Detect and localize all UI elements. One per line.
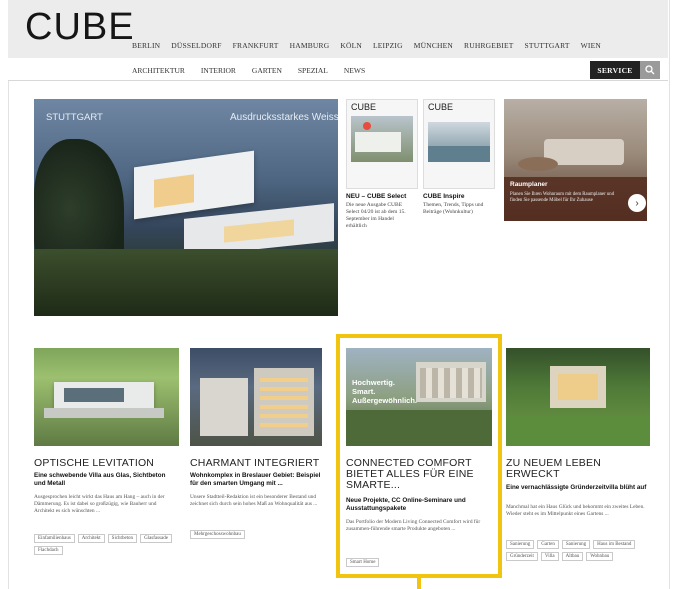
tag-link[interactable]: Glasfassade bbox=[140, 534, 172, 543]
chevron-right-icon: › bbox=[635, 197, 639, 209]
tag-link[interactable]: Garten bbox=[537, 540, 559, 549]
tag-link[interactable]: Wohnbau bbox=[586, 552, 614, 561]
magazine-select-title[interactable]: NEU – CUBE Select bbox=[346, 193, 406, 201]
article-title[interactable]: OPTISCHE LEVITATION bbox=[34, 458, 182, 469]
topic-link-architektur[interactable]: ARCHITEKTUR bbox=[132, 66, 185, 75]
article-title[interactable]: CHARMANT INTEGRIERT bbox=[190, 458, 330, 469]
tag-link[interactable]: Flachdach bbox=[34, 546, 63, 555]
city-link-wien[interactable]: WIEN bbox=[581, 41, 601, 50]
tag-link[interactable]: Haus im Bestand bbox=[593, 540, 636, 549]
city-link-berlin[interactable]: BERLIN bbox=[132, 41, 160, 50]
magazine-inspire-title[interactable]: CUBE Inspire bbox=[423, 193, 465, 201]
topic-nav: ARCHITEKTUR INTERIOR GARTEN SPEZIAL NEWS bbox=[132, 66, 365, 75]
topic-link-garten[interactable]: GARTEN bbox=[252, 66, 282, 75]
city-link-frankfurt[interactable]: FRANKFURT bbox=[233, 41, 279, 50]
tag-link[interactable]: Sanierung bbox=[506, 540, 535, 549]
hero-city-label: STUTTGART bbox=[46, 112, 103, 123]
search-button[interactable] bbox=[640, 61, 660, 79]
topic-link-spezial[interactable]: SPEZIAL bbox=[298, 66, 328, 75]
highlight-pointer bbox=[417, 578, 421, 589]
magazine-cover-select[interactable]: CUBE bbox=[346, 99, 418, 189]
search-icon bbox=[645, 65, 655, 75]
hero-image[interactable] bbox=[34, 99, 338, 316]
highlight-box bbox=[336, 334, 502, 578]
article-title[interactable]: ZU NEUEM LEBEN ERWECKT bbox=[506, 458, 650, 480]
topic-link-news[interactable]: NEWS bbox=[344, 66, 365, 75]
article-subtitle: Wohnkomplex in Breslauer Gebiet: Beispie… bbox=[190, 472, 321, 487]
badge-dot bbox=[363, 122, 371, 130]
article-teaser: Ausgesprochen leicht wirkt das Haus am H… bbox=[34, 494, 165, 514]
city-link-hamburg[interactable]: HAMBURG bbox=[290, 41, 330, 50]
next-arrow-button[interactable]: › bbox=[628, 194, 646, 212]
promo-banner[interactable]: Raumplaner Planen Sie Ihren Wohnraum mit… bbox=[504, 99, 647, 221]
magazine-cover-title: CUBE bbox=[351, 102, 377, 112]
tag-link[interactable]: Villa bbox=[540, 552, 559, 561]
hero-tagline: Ausdrucksstarkes Weiss bbox=[230, 112, 339, 123]
article-image[interactable] bbox=[506, 348, 650, 446]
magazine-cover-title: CUBE bbox=[428, 102, 454, 112]
article-subtitle: Eine vernachlässigte Gründerzeitvilla bl… bbox=[506, 484, 647, 491]
magazine-select-text: Die neue Ausgabe CUBE Select 04/20 ist a… bbox=[346, 202, 406, 229]
tag-link[interactable]: Gründerzeit bbox=[506, 552, 538, 561]
magazine-inspire-text: Themen, Trends, Tipps und Beiträge (Wohn… bbox=[423, 202, 484, 215]
city-link-muenchen[interactable]: MÜNCHEN bbox=[414, 41, 453, 50]
service-button[interactable]: SERVICE bbox=[590, 61, 640, 79]
city-link-stuttgart[interactable]: STUTTGART bbox=[525, 41, 570, 50]
tag-link[interactable]: Einfamilienhaus bbox=[34, 534, 75, 543]
tag-link[interactable]: Altbau bbox=[561, 552, 584, 561]
promo-text: Planen Sie Ihren Wohnraum mit dem Raumpl… bbox=[510, 192, 615, 203]
tag-link[interactable]: Architekt bbox=[77, 534, 105, 543]
article-tags: Sanierung Garten Sanierung Haus im Besta… bbox=[506, 540, 652, 561]
article-image[interactable] bbox=[190, 348, 322, 446]
promo-title: Raumplaner bbox=[510, 181, 548, 188]
article-tags: Einfamilienhaus Architekt Sichtbeton Gla… bbox=[34, 534, 179, 555]
article-image[interactable] bbox=[34, 348, 179, 446]
tag-link[interactable]: Mehrgeschosswohnbau bbox=[190, 530, 245, 539]
article-subtitle: Eine schwebende Villa aus Glas, Sichtbet… bbox=[34, 472, 166, 487]
city-link-duesseldorf[interactable]: DÜSSELDORF bbox=[171, 41, 221, 50]
article-tags: Mehrgeschosswohnbau bbox=[190, 530, 328, 539]
site-logo[interactable]: CUBE bbox=[25, 6, 135, 49]
city-link-koeln[interactable]: KÖLN bbox=[340, 41, 362, 50]
magazine-cover-inspire[interactable]: CUBE bbox=[423, 99, 495, 189]
city-nav: BERLIN DÜSSELDORF FRANKFURT HAMBURG KÖLN… bbox=[132, 41, 601, 50]
topic-link-interior[interactable]: INTERIOR bbox=[201, 66, 236, 75]
city-link-leipzig[interactable]: LEIPZIG bbox=[373, 41, 403, 50]
article-teaser: Manchmal hat ein Haus Glück und bekommt … bbox=[506, 504, 645, 517]
tag-link[interactable]: Sanierung bbox=[561, 540, 591, 549]
tag-link[interactable]: Sichtbeton bbox=[107, 534, 138, 543]
article-teaser: Unsere Stadtteil-Redaktion ist ein beson… bbox=[190, 494, 318, 507]
city-link-ruhrgebiet[interactable]: RUHRGEBIET bbox=[464, 41, 514, 50]
